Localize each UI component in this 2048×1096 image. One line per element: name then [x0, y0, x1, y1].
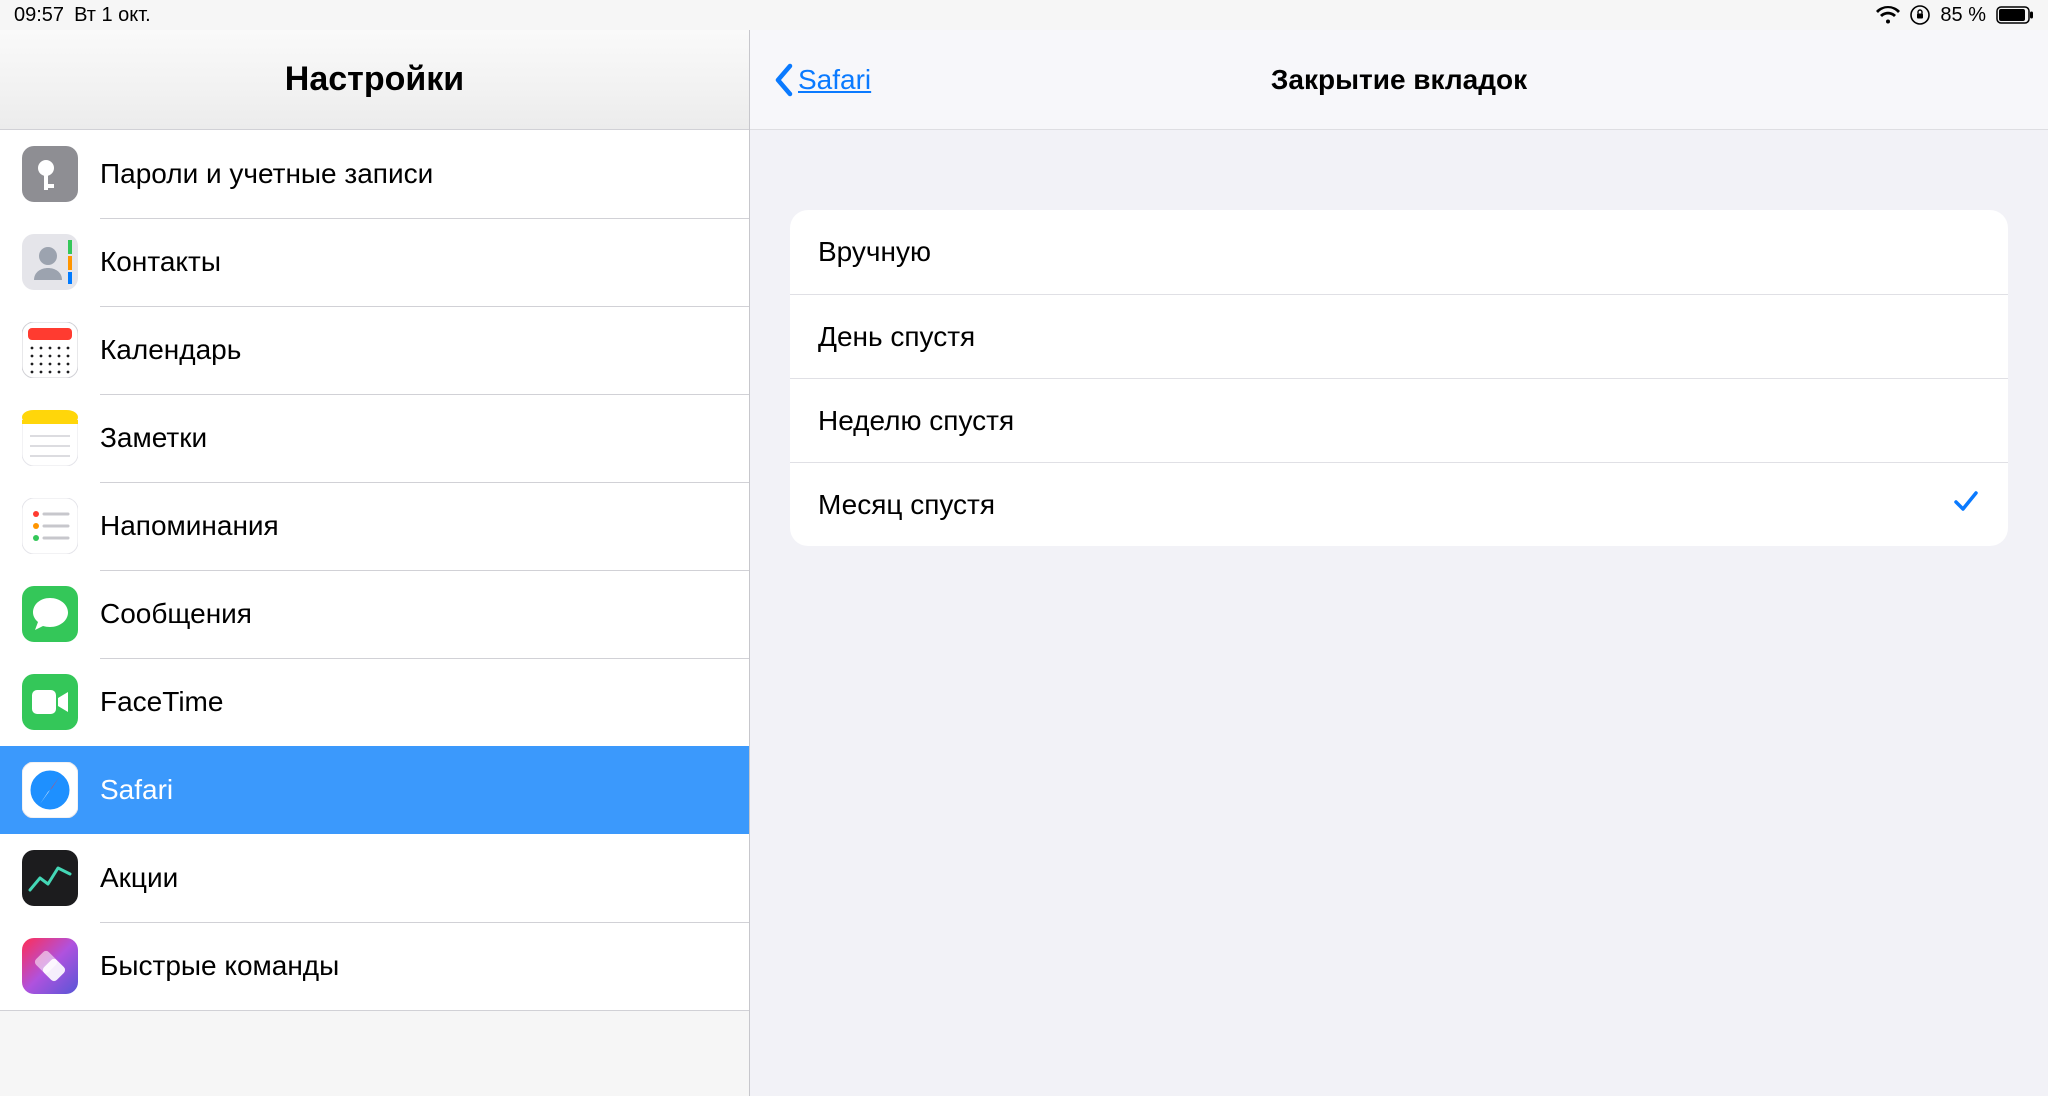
contacts-icon — [22, 234, 78, 290]
battery-pct: 85 % — [1940, 4, 1986, 27]
option-label: Вручную — [818, 236, 931, 268]
back-button[interactable]: Safari — [774, 30, 871, 129]
messages-icon — [22, 586, 78, 642]
checkmark-icon — [1952, 487, 1980, 522]
wifi-icon — [1876, 6, 1900, 24]
close-tabs-option[interactable]: Вручную — [790, 210, 2008, 294]
sidebar-item-label: Safari — [100, 774, 173, 806]
reminders-icon — [22, 498, 78, 554]
close-tabs-option[interactable]: Месяц спустя — [790, 462, 2008, 546]
back-label: Safari — [798, 64, 871, 96]
sidebar-item-messages[interactable]: Сообщения — [0, 570, 749, 658]
calendar-icon — [22, 322, 78, 378]
option-label: Неделю спустя — [818, 405, 1014, 437]
sidebar-item-stocks[interactable]: Акции — [0, 834, 749, 922]
safari-icon — [22, 762, 78, 818]
sidebar-item-label: Быстрые команды — [100, 950, 339, 982]
close-tabs-option[interactable]: День спустя — [790, 294, 2008, 378]
sidebar-item-label: Акции — [100, 862, 178, 894]
sidebar-item-label: Пароли и учетные записи — [100, 158, 433, 190]
passwords-icon — [22, 146, 78, 202]
sidebar-item-label: FaceTime — [100, 686, 223, 718]
stocks-icon — [22, 850, 78, 906]
status-date: Вт 1 окт. — [74, 4, 151, 27]
chevron-left-icon — [774, 63, 794, 97]
sidebar-item-shortcuts[interactable]: Быстрые команды — [0, 922, 749, 1010]
detail-title: Закрытие вкладок — [1271, 64, 1527, 96]
sidebar-item-calendar[interactable]: Календарь — [0, 306, 749, 394]
facetime-icon — [22, 674, 78, 730]
status-time: 09:57 — [14, 4, 64, 27]
battery-icon — [1996, 6, 2034, 24]
sidebar-item-notes[interactable]: Заметки — [0, 394, 749, 482]
sidebar-item-facetime[interactable]: FaceTime — [0, 658, 749, 746]
detail-pane: Safari Закрытие вкладок Вручную День спус… — [750, 30, 2048, 1096]
settings-sidebar: Настройки Пароли и учетные записи Контакт… — [0, 30, 750, 1096]
sidebar-item-safari[interactable]: Safari — [0, 746, 749, 834]
notes-icon — [22, 410, 78, 466]
option-label: Месяц спустя — [818, 489, 995, 521]
sidebar-item-label: Сообщения — [100, 598, 252, 630]
sidebar-item-label: Напоминания — [100, 510, 279, 542]
sidebar-item-label: Заметки — [100, 422, 207, 454]
rotation-lock-icon — [1910, 5, 1930, 25]
detail-header: Safari Закрытие вкладок — [750, 30, 2048, 130]
sidebar-title: Настройки — [0, 30, 749, 130]
status-bar: 09:57 Вт 1 окт. 85 % — [0, 0, 2048, 30]
sidebar-item-label: Календарь — [100, 334, 241, 366]
option-label: День спустя — [818, 321, 975, 353]
sidebar-item-contacts[interactable]: Контакты — [0, 218, 749, 306]
sidebar-item-reminders[interactable]: Напоминания — [0, 482, 749, 570]
sidebar-item-label: Контакты — [100, 246, 221, 278]
close-tabs-option[interactable]: Неделю спустя — [790, 378, 2008, 462]
close-tabs-options: Вручную День спустя Неделю спустя Месяц спу… — [790, 210, 2008, 546]
sidebar-item-passwords[interactable]: Пароли и учетные записи — [0, 130, 749, 218]
shortcuts-icon — [22, 938, 78, 994]
